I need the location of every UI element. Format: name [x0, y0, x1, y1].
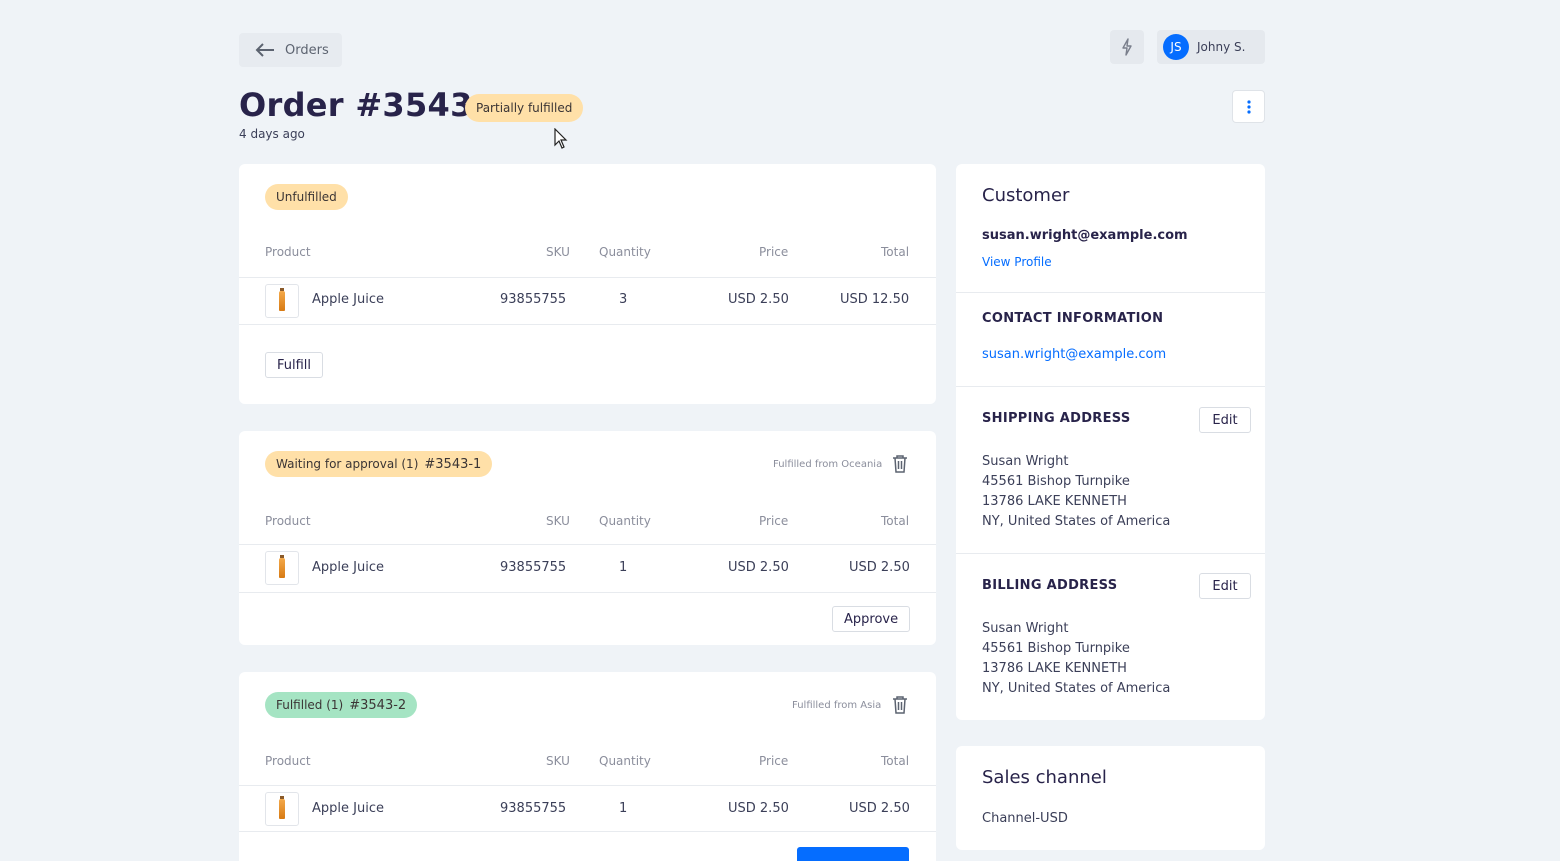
column-sku: SKU: [546, 514, 570, 528]
edit-billing-address-button[interactable]: Edit: [1199, 573, 1251, 599]
column-total: Total: [881, 754, 910, 768]
column-quantity: Quantity: [599, 245, 651, 259]
product-total: USD 12.50: [840, 292, 910, 307]
primary-action-button[interactable]: [797, 847, 909, 861]
back-label: Orders: [285, 42, 329, 58]
column-price: Price: [759, 245, 789, 259]
user-menu[interactable]: JS Johny S.: [1157, 30, 1265, 64]
order-age: 4 days ago: [239, 127, 305, 141]
sales-channel-card: Sales channel Channel-USD: [956, 746, 1265, 850]
approve-button[interactable]: Approve: [832, 606, 911, 632]
product-total: USD 2.50: [849, 801, 910, 816]
fulfilled-badge: Fulfilled (1) #3543-2: [265, 692, 418, 718]
billing-address: Susan Wright 45561 Bishop Turnpike 13786…: [982, 621, 1171, 696]
sales-channel-title: Sales channel: [982, 767, 1107, 788]
contact-information-label: CONTACT INFORMATION: [982, 311, 1164, 326]
product-sku: 93855755: [500, 292, 567, 307]
column-quantity: Quantity: [599, 754, 651, 768]
order-status-badge: Partially fulfilled: [465, 94, 584, 122]
quick-actions-button[interactable]: [1110, 30, 1144, 64]
product-price: USD 2.50: [728, 801, 789, 816]
sales-channel-value: Channel-USD: [982, 811, 1068, 826]
edit-shipping-address-button[interactable]: Edit: [1199, 407, 1251, 433]
product-thumbnail: [265, 792, 299, 826]
customer-card: Customer susan.wright@example.com View P…: [956, 164, 1265, 720]
column-price: Price: [759, 514, 789, 528]
kebab-menu-icon: [1246, 99, 1251, 114]
page-title: Order #3543: [239, 86, 473, 124]
product-total: USD 2.50: [849, 560, 910, 575]
product-price: USD 2.50: [728, 292, 789, 307]
shipping-address: Susan Wright 45561 Bishop Turnpike 13786…: [982, 454, 1171, 529]
column-sku: SKU: [546, 754, 570, 768]
fulfilled-card: Fulfilled (1) #3543-2 Fulfilled from Asia…: [239, 672, 936, 861]
view-profile-link[interactable]: View Profile: [982, 255, 1052, 269]
product-name[interactable]: Apple Juice: [312, 801, 384, 816]
fulfill-button[interactable]: Fulfill: [265, 352, 324, 378]
customer-email: susan.wright@example.com: [982, 228, 1188, 243]
trash-icon[interactable]: [891, 454, 909, 474]
column-sku: SKU: [546, 245, 570, 259]
contact-email-link[interactable]: susan.wright@example.com: [982, 347, 1166, 362]
product-price: USD 2.50: [728, 560, 789, 575]
waiting-approval-badge: Waiting for approval (1) #3543-1: [265, 451, 493, 477]
more-actions-button[interactable]: [1232, 90, 1265, 123]
customer-title: Customer: [982, 185, 1070, 206]
product-thumbnail: [265, 551, 299, 585]
column-total: Total: [881, 245, 910, 259]
billing-address-label: BILLING ADDRESS: [982, 578, 1118, 593]
mouse-cursor-icon: [554, 128, 568, 149]
column-product: Product: [265, 754, 311, 768]
avatar: JS: [1163, 34, 1189, 60]
column-price: Price: [759, 754, 789, 768]
unfulfilled-card: Unfulfilled Product SKU Quantity Price T…: [239, 164, 936, 404]
shipping-address-label: SHIPPING ADDRESS: [982, 411, 1131, 426]
back-to-orders-button[interactable]: Orders: [239, 33, 342, 67]
product-sku: 93855755: [500, 801, 567, 816]
column-total: Total: [881, 514, 910, 528]
waiting-approval-card: Waiting for approval (1) #3543-1 Fulfille…: [239, 431, 936, 645]
trash-icon[interactable]: [891, 695, 909, 715]
product-name[interactable]: Apple Juice: [312, 560, 384, 575]
arrow-left-icon: [255, 43, 274, 57]
fulfillment-source: Fulfilled from Asia: [792, 700, 882, 711]
product-sku: 93855755: [500, 560, 567, 575]
product-name[interactable]: Apple Juice: [312, 292, 384, 307]
product-quantity: 1: [619, 801, 628, 816]
bolt-icon: [1122, 38, 1132, 56]
product-quantity: 1: [619, 560, 628, 575]
product-thumbnail: [265, 284, 299, 318]
column-product: Product: [265, 514, 311, 528]
user-name: Johny S.: [1197, 40, 1246, 54]
column-quantity: Quantity: [599, 514, 651, 528]
fulfillment-source: Fulfilled from Oceania: [773, 459, 883, 470]
unfulfilled-badge: Unfulfilled: [265, 184, 348, 210]
column-product: Product: [265, 245, 311, 259]
product-quantity: 3: [619, 292, 628, 307]
